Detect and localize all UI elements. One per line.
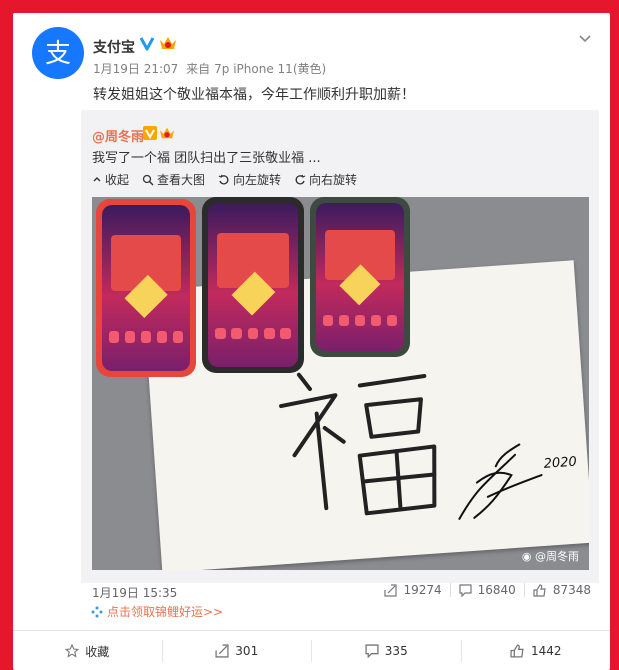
reposted-content: @周冬雨 我写了一个福 团队扫出了三张敬业福 ... 收起 查看大图 向左旋转 — [81, 110, 599, 600]
view-large-label: 查看大图 — [157, 173, 206, 187]
weibo-post-card: 支 支付宝 1月19日 21:07 来自 7p iPhone 11(黄色) 转发姐… — [13, 13, 610, 670]
original-like-count[interactable]: 87348 — [523, 583, 599, 597]
favorite-button[interactable]: 收藏 — [13, 640, 162, 662]
via-prefix: 来自 — [186, 62, 211, 76]
original-post-stats: 19274 16840 87348 — [376, 583, 599, 597]
collapse-label: 收起 — [105, 173, 130, 187]
image-toolbar: 收起 查看大图 向左旋转 向右旋转 — [92, 171, 370, 188]
via-device: 7p iPhone 11(黄色) — [214, 62, 327, 76]
post-text: 转发姐姐这个敬业福本福，今年工作顺利升职加薪！ — [93, 87, 415, 103]
original-crown-icon — [159, 125, 175, 144]
svg-text:支: 支 — [45, 39, 71, 69]
author-name[interactable]: 支付宝 — [93, 37, 135, 57]
post-date[interactable]: 1月19日 21:07 — [93, 62, 178, 76]
comment-button[interactable]: 335 — [311, 640, 461, 662]
rotate-right-label: 向右旋转 — [309, 173, 358, 187]
original-post-text: 我写了一个福 团队扫出了三张敬业福 ... — [92, 151, 321, 166]
member-crown-icon — [159, 35, 177, 55]
lucky-link[interactable]: 点击领取锦鲤好运>> — [91, 603, 223, 620]
svg-text:2020: 2020 — [543, 455, 577, 472]
phone-black — [202, 197, 304, 373]
sparkle-icon — [91, 606, 103, 617]
original-comment-number: 16840 — [477, 583, 516, 597]
comment-count: 335 — [384, 644, 408, 658]
alipay-logo-icon: 支 — [45, 39, 71, 69]
alipay-avatar[interactable]: 支 — [32, 27, 84, 79]
phone-green — [310, 197, 410, 357]
watermark-text: @周冬雨 — [535, 550, 579, 563]
original-like-number: 87348 — [552, 583, 591, 597]
comment-icon — [365, 644, 379, 658]
rotate-right-button[interactable]: 向右旋转 — [294, 171, 357, 188]
original-verified-badge-icon — [143, 125, 157, 144]
collapse-button[interactable]: 收起 — [92, 171, 129, 188]
rotate-left-button[interactable]: 向左旋转 — [218, 171, 281, 188]
post-meta: 1月19日 21:07 来自 7p iPhone 11(黄色) — [93, 60, 326, 77]
original-repost-number: 19274 — [403, 583, 442, 597]
verified-badge-icon — [139, 35, 155, 55]
repost-count: 301 — [235, 644, 259, 658]
original-repost-count[interactable]: 19274 — [376, 583, 449, 597]
zoom-icon — [142, 174, 154, 185]
repost-icon — [215, 644, 229, 658]
like-count: 1442 — [530, 644, 562, 658]
original-author-link[interactable]: @周冬雨 — [92, 126, 144, 145]
rotate-left-label: 向左旋转 — [233, 173, 282, 187]
repost-icon — [384, 583, 398, 597]
like-icon — [510, 644, 524, 658]
lucky-link-text: 点击领取锦鲤好运>> — [107, 605, 224, 619]
more-options-chevron-icon[interactable] — [578, 31, 592, 45]
star-icon — [65, 644, 80, 658]
comment-icon — [459, 583, 472, 597]
post-photo[interactable]: 2020 ◉ @周冬雨 — [92, 197, 589, 570]
phone-red — [96, 199, 196, 377]
like-icon — [533, 583, 546, 597]
repost-button[interactable]: 301 — [161, 640, 312, 662]
favorite-label: 收藏 — [85, 644, 110, 659]
rotate-right-icon — [295, 174, 306, 184]
like-button[interactable]: 1442 — [460, 640, 611, 662]
collapse-icon — [93, 176, 101, 181]
original-post-date[interactable]: 1月19日 15:35 — [92, 584, 177, 601]
weibo-watermark: ◉ @周冬雨 — [522, 548, 579, 564]
original-comment-count[interactable]: 16840 — [449, 583, 524, 597]
rotate-left-icon — [218, 174, 229, 184]
post-action-bar: 收藏 301 335 1442 — [13, 630, 610, 670]
weibo-logo-icon: ◉ — [521, 550, 532, 563]
view-large-button[interactable]: 查看大图 — [142, 171, 205, 188]
